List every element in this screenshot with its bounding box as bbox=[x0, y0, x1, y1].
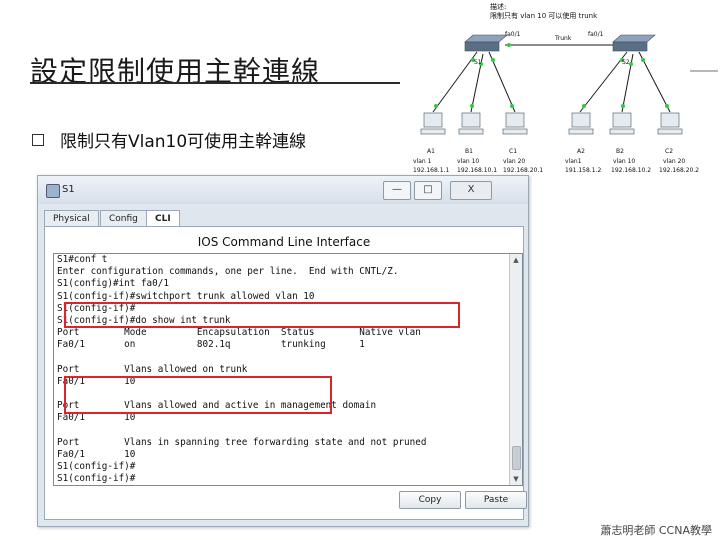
bullet-square-icon bbox=[32, 134, 44, 146]
host-ip: 192.168.1.1 bbox=[413, 167, 449, 174]
host-ip: 192.168.20.1 bbox=[503, 167, 543, 174]
s2-port-label: fa0/1 bbox=[588, 31, 604, 38]
scroll-down-arrow-icon[interactable]: ▼ bbox=[510, 473, 522, 485]
switch-s1-icon bbox=[464, 34, 508, 52]
link-s1-a1 bbox=[432, 51, 478, 113]
cli-line: Port Vlans in spanning tree forwarding s… bbox=[57, 436, 427, 448]
cli-output: S1#conf t Enter configuration commands, … bbox=[57, 254, 507, 485]
host-vlan: vlan 1 bbox=[413, 158, 432, 165]
scroll-up-arrow-icon[interactable]: ▲ bbox=[510, 254, 522, 266]
window-titlebar[interactable]: S1 — □ X bbox=[38, 176, 528, 204]
port-dot bbox=[582, 104, 586, 108]
host-vlan: vlan 20 bbox=[503, 158, 525, 165]
minimize-button[interactable]: — bbox=[383, 181, 411, 200]
cli-line bbox=[57, 352, 507, 364]
port-dot bbox=[621, 104, 625, 108]
device-app-icon bbox=[46, 184, 60, 198]
title-underline bbox=[30, 82, 400, 84]
host-vlan: vlan 10 bbox=[457, 158, 479, 165]
port-dot bbox=[665, 104, 669, 108]
port-dot bbox=[434, 104, 438, 108]
cli-terminal[interactable]: S1#conf t Enter configuration commands, … bbox=[53, 253, 523, 486]
cli-line: Fa0/1 on 802.1q trunking 1 bbox=[57, 339, 365, 351]
network-topology-diagram: 描述: 限制只有 vlan 10 可以使用 trunk Trunk fa0/1 … bbox=[405, 0, 720, 190]
host-vlan: vlan1 bbox=[565, 158, 582, 165]
trunk-label: Trunk bbox=[554, 35, 572, 42]
slide-title: 設定限制使用主幹連線 bbox=[30, 55, 321, 88]
cli-panel-heading: IOS Command Line Interface bbox=[197, 235, 371, 249]
pc-a1-icon bbox=[420, 112, 446, 135]
cli-panel: IOS Command Line Interface S1#conf t Ent… bbox=[44, 226, 527, 520]
host-name: A1 bbox=[427, 148, 435, 155]
host-name: B2 bbox=[616, 148, 624, 155]
bullet-text: 限制只有Vlan10可使用主幹連線 bbox=[60, 132, 307, 152]
device-window: S1 — □ X Physical Config CLI IOS Command… bbox=[37, 175, 529, 527]
cli-line: Port Vlans allowed on trunk bbox=[57, 363, 248, 375]
tab-physical[interactable]: Physical bbox=[44, 210, 99, 227]
pc-icons bbox=[420, 112, 683, 135]
pc-a2-icon bbox=[568, 112, 594, 135]
port-dot bbox=[507, 43, 511, 47]
host-ip: 192.168.20.2 bbox=[659, 167, 699, 174]
cli-line: S1(config)#int fa0/1 bbox=[57, 278, 169, 290]
cli-scrollbar[interactable]: ▲ ▼ bbox=[509, 254, 522, 485]
host-vlan: vlan 10 bbox=[613, 158, 635, 165]
s1-port-label: fa0/1 bbox=[505, 31, 521, 38]
cli-line: S1(config-if)# bbox=[57, 461, 136, 473]
port-dot bbox=[641, 58, 645, 62]
cli-line: S1(config-if)# bbox=[57, 473, 136, 485]
cli-line: Fa0/1 10 bbox=[57, 449, 136, 460]
cli-line: S1(config-if)#switchport trunk allowed v… bbox=[57, 290, 315, 302]
topology-svg: Trunk fa0/1 fa0/1 S1 S2 A1 vlan 1 192.16… bbox=[413, 31, 699, 174]
close-button[interactable]: X bbox=[450, 181, 492, 200]
highlight-vlans-allowed bbox=[64, 376, 332, 414]
pc-b2-icon bbox=[609, 112, 635, 135]
pc-b1-icon bbox=[458, 112, 484, 135]
port-dot bbox=[470, 104, 474, 108]
topology-links bbox=[432, 44, 671, 113]
host-name: A2 bbox=[577, 148, 585, 155]
s2-switch-name: S2 bbox=[622, 59, 630, 66]
highlight-trunk-command bbox=[64, 302, 460, 328]
link-s2-a2 bbox=[579, 51, 628, 113]
switch-s2-icon bbox=[612, 34, 656, 52]
port-dot bbox=[510, 104, 514, 108]
host-ip: 192.168.10.1 bbox=[457, 167, 497, 174]
copy-button[interactable]: Copy bbox=[399, 491, 461, 509]
port-dot bbox=[491, 58, 495, 62]
host-ip: 191.158.1.2 bbox=[565, 167, 601, 174]
host-name: C1 bbox=[509, 148, 517, 155]
host-name: B1 bbox=[465, 148, 473, 155]
maximize-button[interactable]: □ bbox=[414, 181, 442, 200]
pc-c2-icon bbox=[657, 112, 683, 135]
paste-button[interactable]: Paste bbox=[465, 491, 527, 509]
cli-line: Port Mode Encapsulation Status Native vl… bbox=[57, 327, 421, 339]
window-title: S1 bbox=[62, 184, 75, 195]
pc-c1-icon bbox=[502, 112, 528, 135]
cli-line: S1#conf t bbox=[57, 254, 108, 265]
footer-credit: 蕭志明老師 CCNA教學 bbox=[600, 524, 712, 537]
topology-note: 描述: 限制只有 vlan 10 可以使用 trunk bbox=[490, 3, 597, 21]
host-vlan: vlan 20 bbox=[663, 158, 685, 165]
scroll-thumb[interactable] bbox=[512, 446, 521, 470]
s1-switch-name: S1 bbox=[474, 59, 482, 66]
cli-line: Fa0/1 10 bbox=[57, 412, 136, 424]
tab-config[interactable]: Config bbox=[100, 210, 147, 227]
topology-note-heading: 描述: bbox=[490, 3, 507, 11]
port-status-dots bbox=[434, 43, 669, 108]
host-name: C2 bbox=[665, 148, 673, 155]
host-ip: 192.168.10.2 bbox=[611, 167, 651, 174]
cli-line bbox=[57, 425, 507, 437]
topology-note-body: 限制只有 vlan 10 可以使用 trunk bbox=[490, 12, 598, 20]
cli-line: Enter configuration commands, one per li… bbox=[57, 266, 399, 278]
